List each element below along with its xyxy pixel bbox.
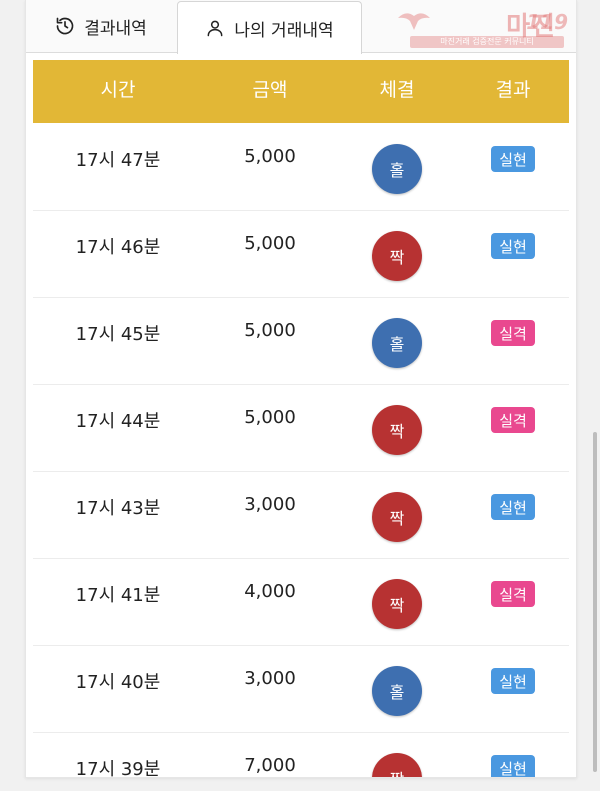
table-row: 17시 45분 5,000 홀 실격 xyxy=(33,298,569,385)
tab-bar: 결과내역 나의 거래내역 마진 119 마진거래 검증전문 커뮤니티 xyxy=(26,0,576,54)
pick-ball: 짝 xyxy=(372,231,422,281)
result-badge: 실격 xyxy=(491,407,535,433)
table-row: 17시 39분 7,000 짝 실현 xyxy=(33,733,569,778)
amount-cell: 5,000 xyxy=(244,320,296,341)
tab-results-history[interactable]: 결과내역 xyxy=(26,0,176,52)
amount-cell: 3,000 xyxy=(244,668,296,689)
table-row: 17시 44분 5,000 짝 실격 xyxy=(33,385,569,472)
header-result: 결과 xyxy=(495,79,531,101)
table-row: 17시 41분 4,000 짝 실격 xyxy=(33,559,569,646)
time-cell: 17시 40분 xyxy=(75,672,161,693)
time-cell: 17시 41분 xyxy=(75,585,161,606)
pick-ball: 짝 xyxy=(372,492,422,542)
result-badge: 실현 xyxy=(491,494,535,520)
user-icon xyxy=(205,18,225,38)
watermark-tagline: 마진거래 검증전문 커뮤니티 xyxy=(410,36,564,48)
amount-cell: 4,000 xyxy=(244,581,296,602)
amount-cell: 5,000 xyxy=(244,233,296,254)
table-row: 17시 47분 5,000 홀 실현 xyxy=(33,124,569,211)
header-time: 시간 xyxy=(100,79,136,101)
tab-label: 결과내역 xyxy=(84,18,147,39)
amount-cell: 3,000 xyxy=(244,494,296,515)
watermark-brand: 마진 xyxy=(506,12,556,42)
pick-ball: 짝 xyxy=(372,753,422,777)
pick-ball: 홀 xyxy=(372,144,422,194)
pick-ball: 홀 xyxy=(372,666,422,716)
trade-history-panel: 결과내역 나의 거래내역 마진 119 마진거래 검증전문 커뮤니티 시간 금액… xyxy=(25,0,577,778)
header-amount: 금액 xyxy=(252,79,288,101)
result-badge: 실현 xyxy=(491,233,535,259)
table-row: 17시 40분 3,000 홀 실현 xyxy=(33,646,569,733)
time-cell: 17시 45분 xyxy=(75,324,161,345)
pick-ball: 짝 xyxy=(372,405,422,455)
amount-cell: 5,000 xyxy=(244,407,296,428)
table-header: 시간 금액 체결 결과 xyxy=(33,60,569,123)
pick-ball: 홀 xyxy=(372,318,422,368)
time-cell: 17시 44분 xyxy=(75,411,161,432)
tab-my-trades[interactable]: 나의 거래내역 xyxy=(177,1,362,54)
table-row: 17시 43분 3,000 짝 실현 xyxy=(33,472,569,559)
result-badge: 실격 xyxy=(491,320,535,346)
result-badge: 실격 xyxy=(491,581,535,607)
time-cell: 17시 47분 xyxy=(75,150,161,171)
result-badge: 실현 xyxy=(491,755,535,777)
amount-cell: 5,000 xyxy=(244,146,296,167)
history-icon xyxy=(55,16,75,36)
eagle-emblem-icon xyxy=(398,13,430,30)
time-cell: 17시 39분 xyxy=(75,759,161,778)
time-cell: 17시 46분 xyxy=(75,237,161,258)
tab-label: 나의 거래내역 xyxy=(234,20,334,41)
time-cell: 17시 43분 xyxy=(75,498,161,519)
result-badge: 실현 xyxy=(491,668,535,694)
watermark-number: 119 xyxy=(526,10,568,34)
header-pick: 체결 xyxy=(379,79,415,101)
pick-ball: 짝 xyxy=(372,579,422,629)
result-badge: 실현 xyxy=(491,146,535,172)
scrollbar[interactable] xyxy=(593,432,597,772)
watermark-logo: 마진 119 마진거래 검증전문 커뮤니티 xyxy=(396,6,568,48)
amount-cell: 7,000 xyxy=(244,755,296,776)
table-row: 17시 46분 5,000 짝 실현 xyxy=(33,211,569,298)
